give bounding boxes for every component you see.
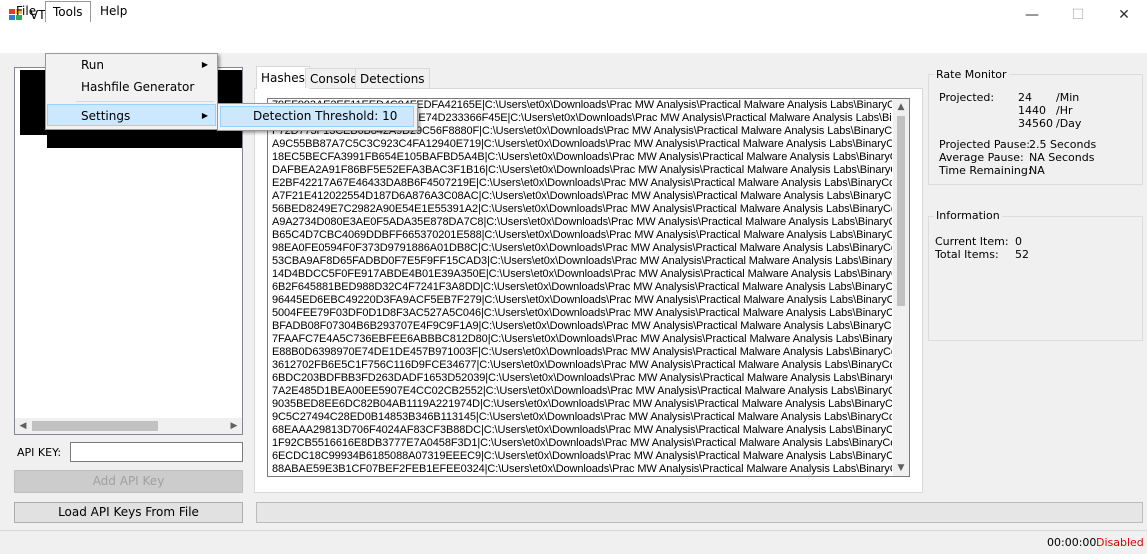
per-hr-value: 1440 [1018, 104, 1046, 117]
load-api-keys-button[interactable]: Load API Keys From File [14, 502, 243, 523]
close-button[interactable]: ✕ [1101, 0, 1147, 31]
status-bar [0, 530, 1147, 554]
progress-bar [256, 502, 1143, 523]
total-items-value: 52 [1015, 248, 1029, 261]
hash-line: B65C4D7CBC4069DDBFF665370201E588|C:\User… [272, 229, 892, 241]
menu-item-run-label: Run [81, 58, 105, 72]
per-min-value: 24 [1018, 91, 1032, 104]
menu-bar [0, 31, 1147, 53]
api-key-label: API KEY: [17, 446, 62, 459]
hash-line: 9035BED8EE6DC82B04AB1119A221974D|C:\User… [272, 398, 892, 410]
hash-line: 6BDC203BDFBB3FD263DADF1653D52039|C:\User… [272, 372, 892, 384]
projected-pause-label: Projected Pause: [939, 138, 1030, 151]
hash-line: 98EA0FE0594F0F373D9791886A01DB8C|C:\User… [272, 242, 892, 254]
menu-item-run[interactable]: Run ▶ [47, 54, 216, 76]
hash-line: 3612702FB6E5C1F756C116D9FCE34677|C:\User… [272, 359, 892, 371]
list-horizontal-scrollbar[interactable]: ◀ ▶ [15, 418, 242, 434]
time-remaining-value: NA [1029, 164, 1045, 177]
add-api-key-button[interactable]: Add API Key [14, 470, 243, 493]
hash-line: 53CBA9AF8D65FADBD0F7E5F9FF15CAD3|C:\User… [272, 255, 892, 267]
current-item-value: 0 [1015, 235, 1022, 248]
hash-line: A7F21E412022554D187D6A876A3C08AC|C:\User… [272, 190, 892, 202]
minimize-icon: — [1025, 7, 1039, 23]
tools-dropdown-menu: Run ▶ Hashfile Generator Settings ▶ [45, 53, 218, 130]
menu-separator [76, 101, 214, 102]
hash-line: DAFBEA2A91F86BF5E52EFA3BAC3F1B16|C:\User… [272, 164, 892, 176]
per-day-unit: /Day [1056, 117, 1082, 130]
hash-line: 5004FEE79F03DF0D1D8F3AC527A5C046|C:\User… [272, 307, 892, 319]
redacted-key [47, 135, 242, 148]
hash-line: 96445ED6EBC49220D3FA9ACF5EB7F279|C:\User… [272, 294, 892, 306]
status-timer: 00:00:00 [1047, 536, 1097, 549]
menu-item-settings[interactable]: Settings ▶ [47, 104, 216, 126]
per-hr-unit: /Hr [1056, 104, 1073, 117]
scroll-down-icon[interactable]: ▼ [893, 460, 909, 476]
hash-line: 68EAAA29813D706F4024AF83CF3B88DC|C:\User… [272, 424, 892, 436]
per-min-unit: /Min [1056, 91, 1080, 104]
scroll-thumb[interactable] [32, 421, 158, 431]
total-items-label: Total Items: [935, 248, 999, 261]
scroll-left-icon[interactable]: ◀ [15, 418, 31, 434]
tab-console[interactable]: Console [305, 68, 363, 88]
hash-line: 6ECDC18C99934B6185088A07319EEEC9|C:\User… [272, 450, 892, 462]
per-day-value: 34560 [1018, 117, 1053, 130]
maximize-button[interactable]: ☐ [1055, 0, 1101, 31]
projected-pause-value: 2.5 Seconds [1029, 138, 1097, 151]
hash-line: 7FAAFC7E4A5C736EBFEE6ABBBC812D80|C:\User… [272, 333, 892, 345]
maximize-icon: ☐ [1071, 7, 1085, 23]
close-icon: ✕ [1118, 7, 1130, 23]
submenu-arrow-icon: ▶ [201, 111, 208, 120]
api-key-input[interactable] [70, 442, 243, 462]
hash-line: 56BED8249E7C2982A90E54E1E55391A2|C:\User… [272, 203, 892, 215]
hash-lines: 79EF993AE2EF11EED4C84FEDFA42165E|C:\User… [272, 99, 892, 476]
menu-file[interactable]: File [9, 2, 43, 20]
menu-item-settings-label: Settings [81, 109, 131, 123]
information-title: Information [934, 209, 1002, 222]
submenu-arrow-icon: ▶ [201, 60, 208, 69]
tab-hashes[interactable]: Hashes [256, 66, 310, 89]
hash-line: 14D4BDCC5F0FE917ABDE4B01E39A350E|C:\User… [272, 268, 892, 280]
hash-line: E2BF42217A67E46433DA8B6F4507219E|C:\User… [272, 177, 892, 189]
average-pause-value: NA Seconds [1029, 151, 1095, 164]
hash-line: 9C5C27494C28ED0B14853B346B113145|C:\User… [272, 411, 892, 423]
hash-line: 18EC5BECFA3991FB654E105BAFBD5A4B|C:\User… [272, 151, 892, 163]
time-remaining-label: Time Remaining: [939, 164, 1032, 177]
menu-item-hashfile-generator[interactable]: Hashfile Generator [47, 76, 216, 98]
menu-tools[interactable]: Tools [45, 1, 91, 22]
hashes-vertical-scrollbar[interactable]: ▲ ▼ [893, 99, 909, 476]
scroll-thumb[interactable] [897, 116, 905, 306]
projected-label: Projected: [939, 91, 995, 104]
menu-help[interactable]: Help [93, 2, 134, 20]
minimize-button[interactable]: — [1009, 0, 1055, 31]
hash-line: 6B2F645881BED988D32C4F7241F3A8DD|C:\User… [272, 281, 892, 293]
average-pause-label: Average Pause: [939, 151, 1024, 164]
tab-detections[interactable]: Detections [355, 68, 430, 88]
hash-line: BFADB08F07304B6B293707E4F9C9F1A9|C:\User… [272, 320, 892, 332]
title-bar [0, 0, 1147, 31]
hash-line: A9C55BB87A7C5C3C923C4FA12940E719|C:\User… [272, 138, 892, 150]
settings-submenu: Detection Threshold: 10 [217, 103, 418, 131]
menu-item-detection-threshold[interactable]: Detection Threshold: 10 [220, 106, 414, 127]
hash-line: 88ABAE59E3B1CF07BEF2FEB1EFEE0324|C:\User… [272, 463, 892, 475]
status-state: Disabled [1096, 536, 1144, 549]
scroll-right-icon[interactable]: ▶ [226, 418, 242, 434]
hash-line: E88B0D6398970E74DE1DE457B971003F|C:\User… [272, 346, 892, 358]
rate-monitor-title: Rate Monitor [934, 68, 1009, 81]
scroll-up-icon[interactable]: ▲ [893, 99, 909, 115]
menu-item-hashfile-generator-label: Hashfile Generator [81, 80, 195, 94]
hash-line: 7A2E485D1BEA00EE5907E4CC02CB2552|C:\User… [272, 385, 892, 397]
hash-line: 1F92CB5516616E8DB3777E7A0458F3D1|C:\User… [272, 437, 892, 449]
hashes-textbox[interactable]: 79EF993AE2EF11EED4C84FEDFA42165E|C:\User… [267, 98, 910, 477]
current-item-label: Current Item: [935, 235, 1009, 248]
hash-line: A9A2734D080E3AE0F5ADA35E878DA7C8|C:\User… [272, 216, 892, 228]
